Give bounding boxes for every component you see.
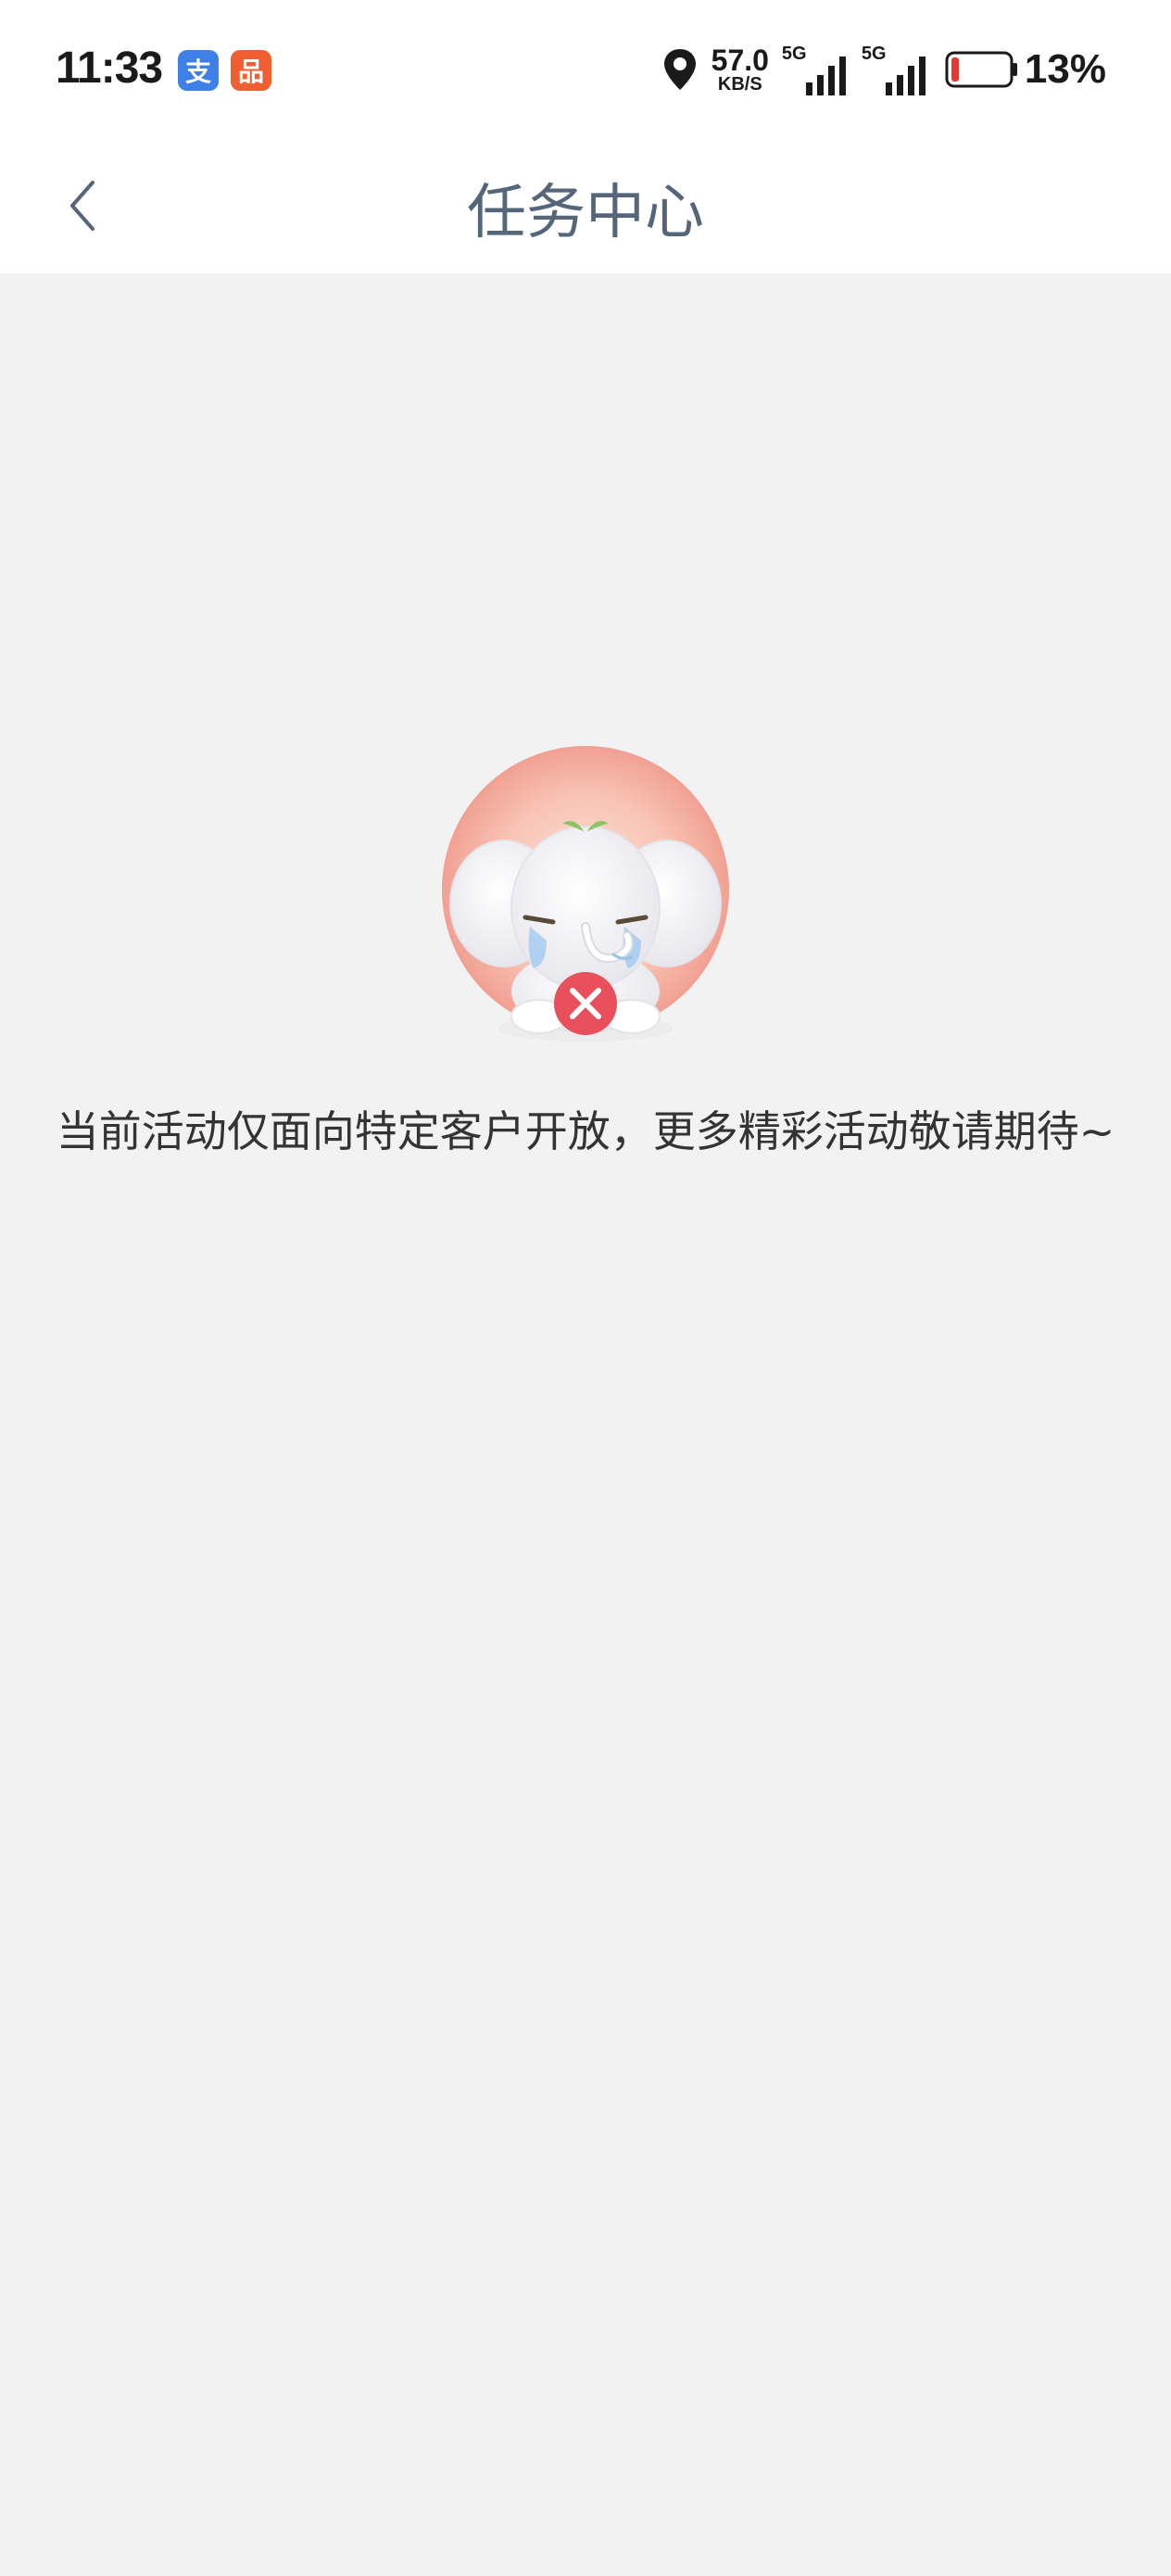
taobao-icon: 品 — [231, 50, 271, 91]
battery-icon — [945, 51, 1017, 88]
signal-bars-icon — [885, 57, 925, 95]
network-speed-unit: KB/S — [717, 74, 762, 95]
signal-1-label: 5G — [781, 44, 807, 64]
location-icon — [663, 49, 696, 90]
battery-percent: 13% — [1024, 46, 1106, 92]
network-speed: 57.0 KB/S — [711, 45, 769, 94]
battery-fill — [951, 57, 959, 82]
crying-elephant-icon — [442, 746, 729, 1042]
battery: 13% — [945, 46, 1106, 93]
page-title: 任务中心 — [467, 179, 704, 247]
empty-state-message: 当前活动仅面向特定客户开放，更多精彩活动敬请期待~ — [56, 1106, 1115, 1156]
signal-1: 5G — [782, 44, 849, 95]
network-speed-value: 57.0 — [711, 44, 769, 77]
nav-bar: 任务中心 — [0, 139, 1171, 273]
status-indicators: 57.0 KB/S 5G 5G 13% — [661, 37, 1106, 102]
signal-bars-icon — [805, 57, 846, 95]
alipay-icon: 支 — [178, 50, 219, 91]
signal-2-label: 5G — [861, 44, 887, 64]
status-time: 11:33 — [56, 44, 163, 93]
signal-2: 5G — [862, 44, 928, 95]
status-bar: 11:33 支 品 57.0 KB/S 5G 5G 13% — [0, 0, 1171, 139]
